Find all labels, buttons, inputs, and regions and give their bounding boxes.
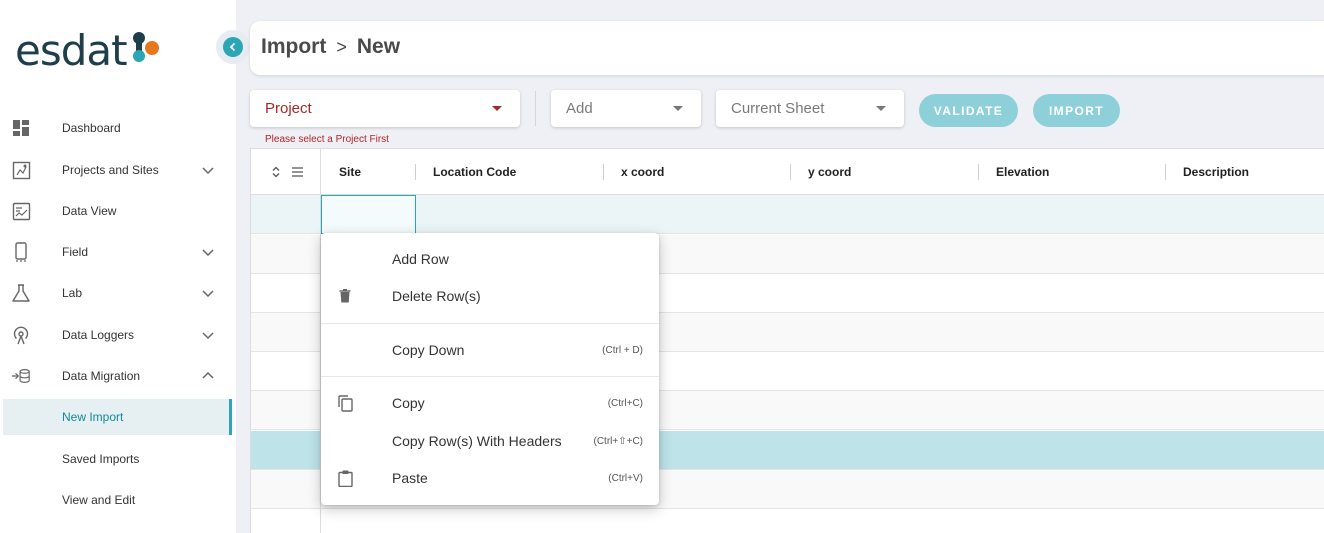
breadcrumb-current: New: [356, 35, 401, 58]
caret-down-icon: [492, 106, 502, 111]
current-sheet-select[interactable]: Current Sheet: [716, 90, 904, 127]
column-header-y-coord[interactable]: y coord: [808, 165, 851, 179]
current-sheet-value: Current Sheet: [731, 100, 825, 117]
page-header: Import > New: [250, 21, 1324, 75]
dashboard-icon: [11, 118, 31, 138]
menu-item-add-row[interactable]: Add Row: [321, 241, 659, 277]
antenna-icon: [11, 325, 31, 345]
menu-item-label: Copy: [392, 395, 425, 411]
menu-item-label: Copy Down: [392, 342, 465, 358]
logo-mark-icon: [132, 30, 161, 70]
menu-item-shortcut: (Ctrl+C): [607, 397, 643, 409]
sidebar-item-lab[interactable]: Lab: [0, 275, 232, 311]
menu-item-label: Copy Row(s) With Headers: [392, 433, 562, 449]
chevron-up-icon[interactable]: [201, 369, 215, 383]
column-header-elevation[interactable]: Elevation: [996, 165, 1049, 179]
column-header-location-code[interactable]: Location Code: [433, 165, 516, 179]
menu-item-copy-down[interactable]: Copy Down (Ctrl + D): [321, 332, 659, 368]
project-error-message: Please select a Project First: [265, 134, 389, 145]
project-select[interactable]: Project: [250, 90, 520, 127]
sidebar-item-label: Dashboard: [62, 121, 121, 135]
map-icon: [11, 160, 31, 180]
menu-item-label: Add Row: [392, 251, 449, 267]
menu-item-paste[interactable]: Paste (Ctrl+V): [321, 460, 659, 496]
add-select-value: Add: [566, 100, 593, 117]
sidebar-item-label: Field: [62, 245, 89, 259]
sidebar-item-label: Data Migration: [62, 369, 141, 383]
menu-item-copy[interactable]: Copy (Ctrl+C): [321, 385, 659, 421]
sidebar-item-label: View and Edit: [62, 493, 136, 507]
column-separator[interactable]: [603, 164, 604, 180]
flask-icon: [11, 283, 31, 303]
sidebar-item-new-import[interactable]: New Import: [3, 399, 232, 435]
chevron-down-icon[interactable]: [201, 286, 215, 300]
menu-item-label: Delete Row(s): [392, 288, 481, 304]
sidebar-item-field[interactable]: Field: [0, 234, 232, 270]
clipboard-icon: [337, 469, 353, 487]
sidebar-item-label: Saved Imports: [62, 452, 140, 466]
column-separator[interactable]: [1165, 164, 1166, 180]
sidebar-item-label: Lab: [62, 286, 83, 300]
sidebar-item-label: Data View: [62, 204, 117, 218]
menu-item-label: Paste: [392, 470, 428, 486]
sidebar-item-label: Projects and Sites: [62, 163, 159, 177]
project-select-value: Project: [265, 100, 312, 117]
chevron-down-icon[interactable]: [201, 245, 215, 259]
toolbar-divider: [535, 91, 536, 126]
chevron-down-icon[interactable]: [201, 328, 215, 342]
database-import-icon: [11, 366, 31, 386]
column-separator[interactable]: [978, 164, 979, 180]
esdat-logo[interactable]: esdat: [15, 25, 161, 75]
import-button[interactable]: IMPORT: [1033, 94, 1120, 127]
column-separator[interactable]: [415, 164, 416, 180]
context-menu: Add Row Delete Row(s) Copy Down (Ctrl + …: [321, 233, 659, 505]
sidebar: esdat Dashboard Projects and Sites Data …: [0, 0, 236, 533]
menu-divider: [321, 323, 659, 324]
sidebar-item-projects-and-sites[interactable]: Projects and Sites: [0, 152, 232, 188]
column-header-site[interactable]: Site: [339, 165, 361, 179]
sidebar-item-data-migration[interactable]: Data Migration: [0, 358, 232, 394]
chevron-left-icon: [223, 37, 243, 57]
logo-text: esdat: [15, 25, 128, 75]
breadcrumb: Import > New: [261, 35, 400, 59]
menu-item-delete-rows[interactable]: Delete Row(s): [321, 278, 659, 314]
breadcrumb-root[interactable]: Import: [261, 35, 326, 59]
chevron-down-icon[interactable]: [201, 163, 215, 177]
sidebar-item-saved-imports[interactable]: Saved Imports: [0, 441, 232, 477]
table-row[interactable]: [251, 509, 1324, 533]
grid-header: Site Location Code x coord y coord Eleva…: [251, 149, 1324, 195]
breadcrumb-separator: >: [336, 37, 347, 57]
validate-button[interactable]: VALIDATE: [919, 94, 1018, 127]
menu-item-copy-rows-with-headers[interactable]: Copy Row(s) With Headers (Ctrl+⇧+C): [321, 423, 659, 459]
column-header-description[interactable]: Description: [1183, 165, 1249, 179]
copy-icon: [337, 394, 353, 412]
menu-item-shortcut: (Ctrl + D): [602, 344, 643, 356]
active-cell[interactable]: [321, 195, 416, 234]
add-select[interactable]: Add: [551, 90, 701, 127]
sidebar-item-data-loggers[interactable]: Data Loggers: [0, 317, 232, 353]
collapse-sidebar-button[interactable]: [216, 30, 250, 64]
column-separator[interactable]: [790, 164, 791, 180]
trash-icon: [337, 287, 353, 305]
sidebar-item-data-view[interactable]: Data View: [0, 193, 232, 229]
data-view-icon: [11, 201, 31, 221]
menu-divider: [321, 376, 659, 377]
sidebar-item-label: New Import: [62, 410, 124, 424]
menu-item-shortcut: (Ctrl+V): [608, 472, 643, 484]
column-header-x-coord[interactable]: x coord: [621, 165, 664, 179]
sidebar-item-dashboard[interactable]: Dashboard: [0, 110, 232, 146]
caret-down-icon: [673, 106, 683, 111]
sidebar-item-view-and-edit[interactable]: View and Edit: [0, 482, 232, 518]
caret-down-icon: [876, 106, 886, 111]
menu-item-shortcut: (Ctrl+⇧+C): [593, 435, 644, 447]
sidebar-item-label: Data Loggers: [62, 328, 135, 342]
phone-icon: [11, 242, 31, 262]
row-gutter: [251, 149, 321, 533]
